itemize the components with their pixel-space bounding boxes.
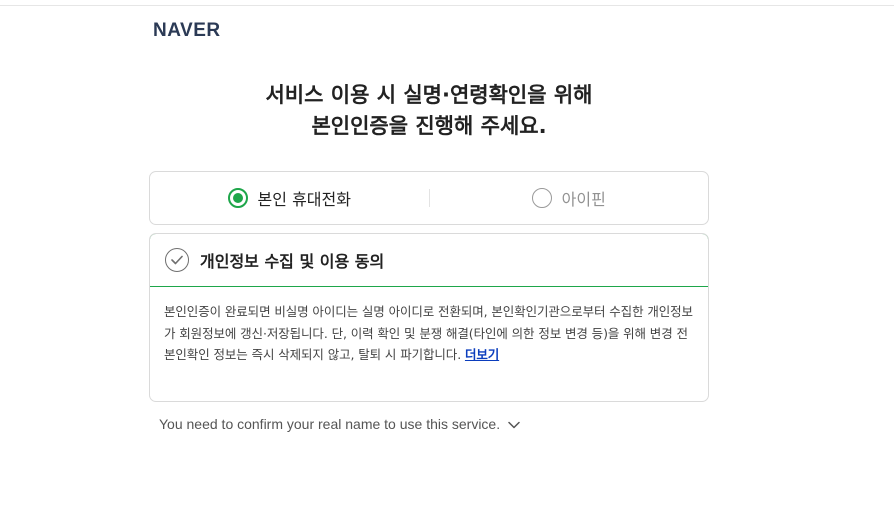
more-link[interactable]: 더보기	[465, 347, 499, 362]
headline-line-1: 서비스 이용 시 실명·연령확인을 위해	[265, 83, 593, 107]
top-divider	[0, 5, 894, 6]
privacy-consent-panel: 개인정보 수집 및 이용 동의 본인인증이 완료되면 비실명 아이디는 실명 아…	[149, 233, 709, 402]
method-option-ipin[interactable]: 아이핀	[430, 172, 709, 224]
english-notice-toggle[interactable]: You need to confirm your real name to us…	[159, 416, 520, 432]
consent-checkbox-row[interactable]: 개인정보 수집 및 이용 동의	[150, 234, 708, 287]
method-label-phone: 본인 휴대전화	[257, 190, 351, 209]
radio-unselected-icon[interactable]	[531, 188, 552, 208]
naver-logo[interactable]: NAVER	[153, 20, 221, 42]
radio-selected-icon[interactable]	[227, 188, 248, 208]
consent-description: 본인인증이 완료되면 비실명 아이디는 실명 아이디로 전환되며, 본인확인기관…	[150, 287, 708, 366]
page-headline: 서비스 이용 시 실명·연령확인을 위해 본인인증을 진행해 주세요.	[0, 80, 858, 142]
method-option-phone[interactable]: 본인 휴대전화	[150, 172, 429, 224]
method-label-ipin: 아이핀	[561, 190, 606, 209]
check-circle-icon[interactable]	[165, 248, 189, 272]
chevron-down-icon[interactable]	[508, 416, 520, 432]
auth-method-selector: 본인 휴대전화 아이핀	[149, 171, 709, 225]
english-notice-text: You need to confirm your real name to us…	[159, 416, 501, 432]
consent-title: 개인정보 수집 및 이용 동의	[200, 252, 385, 271]
headline-line-2: 본인인증을 진행해 주세요.	[311, 114, 547, 138]
consent-body-text: 본인인증이 완료되면 비실명 아이디는 실명 아이디로 전환되며, 본인확인기관…	[164, 304, 693, 362]
